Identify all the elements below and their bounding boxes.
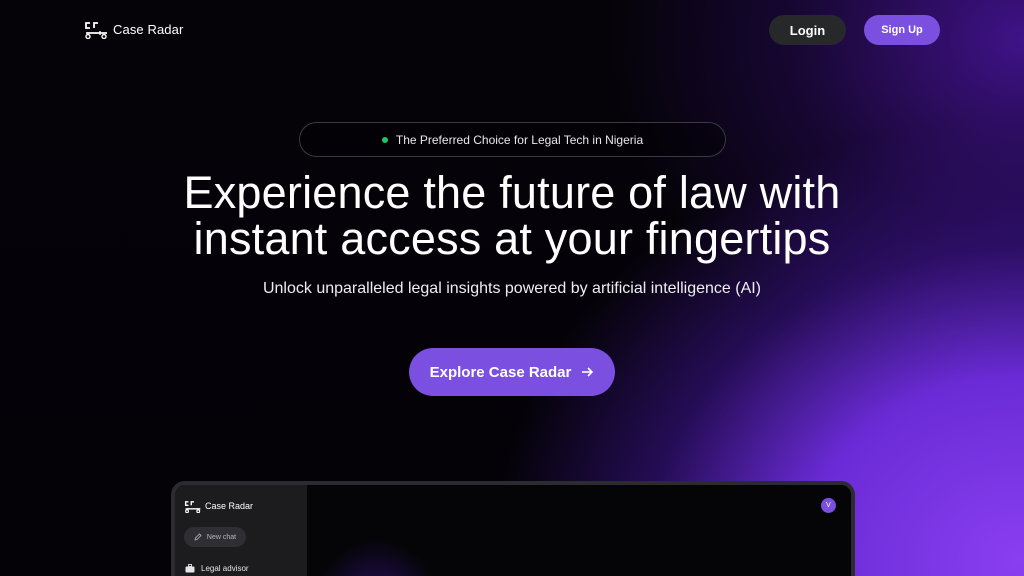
site-header: Case Radar Login Sign Up xyxy=(0,0,1024,60)
preview-brand-logo: Case Radar xyxy=(184,499,253,513)
hero-title-line-2: instant access at your fingertips xyxy=(193,213,831,264)
explore-button[interactable]: Explore Case Radar xyxy=(409,348,615,396)
case-radar-logo-icon xyxy=(184,501,201,513)
tagline-badge: The Preferred Choice for Legal Tech in N… xyxy=(299,122,726,157)
preview-brand-name: Case Radar xyxy=(205,501,254,511)
status-dot-icon xyxy=(381,136,388,143)
hero-title: Experience the future of law with instan… xyxy=(0,170,1024,262)
sidebar-item-legal-advisor[interactable]: Legal advisor xyxy=(185,564,249,573)
sidebar-item-label: Legal advisor xyxy=(201,564,249,573)
preview-sidebar: Case Radar New chat Legal advisor xyxy=(175,485,307,576)
preview-main-area: V xyxy=(307,485,851,576)
explore-button-label: Explore Case Radar xyxy=(429,363,572,381)
signup-button[interactable]: Sign Up xyxy=(864,15,940,45)
login-button[interactable]: Login xyxy=(769,15,846,45)
arrow-right-icon xyxy=(582,367,594,377)
user-avatar[interactable]: V xyxy=(821,498,836,513)
landing-page: Case Radar Login Sign Up The Preferred C… xyxy=(0,0,1024,576)
new-chat-label: New chat xyxy=(206,533,237,541)
hero-title-line-1: Experience the future of law with xyxy=(183,167,841,218)
hero-subtitle: Unlock unparalleled legal insights power… xyxy=(262,280,762,297)
app-preview-window: Case Radar New chat Legal advisor V xyxy=(171,481,855,576)
briefcase-icon xyxy=(185,564,195,573)
case-radar-logo-icon xyxy=(85,22,107,39)
brand-name: Case Radar xyxy=(113,21,184,37)
pencil-icon xyxy=(194,533,202,541)
brand-logo[interactable]: Case Radar xyxy=(84,19,183,39)
badge-text: The Preferred Choice for Legal Tech in N… xyxy=(395,132,644,147)
new-chat-button[interactable]: New chat xyxy=(184,527,246,547)
